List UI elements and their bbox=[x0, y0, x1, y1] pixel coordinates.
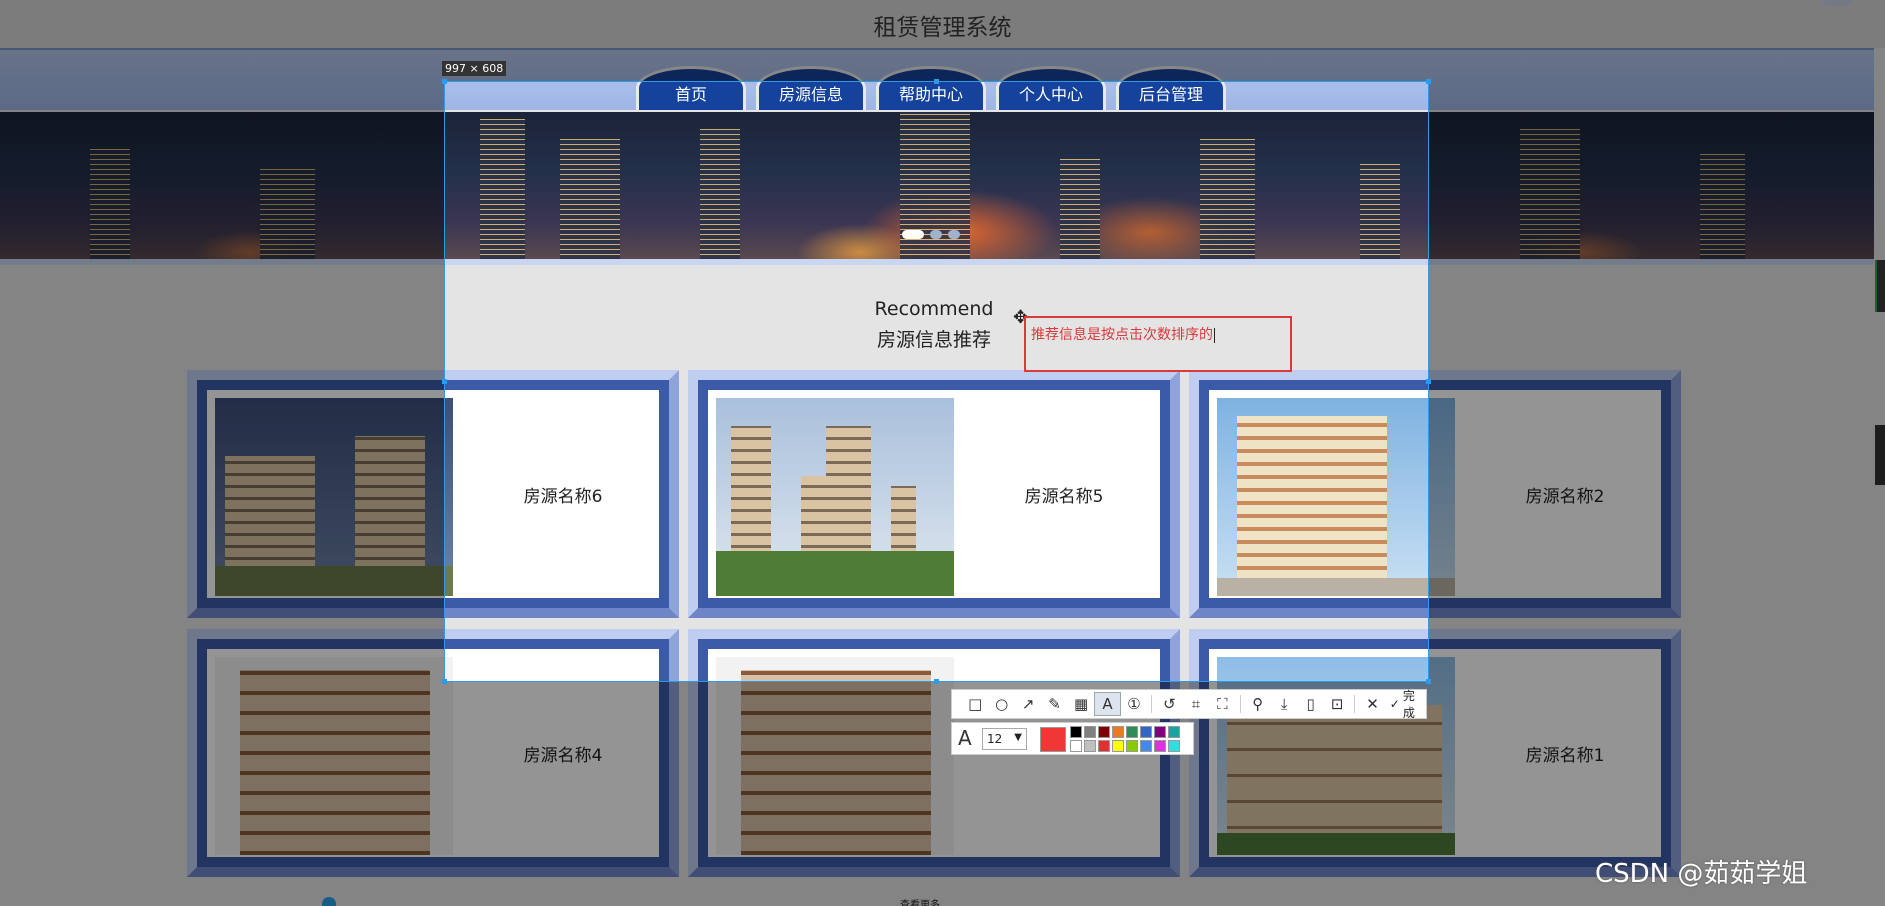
color-palette bbox=[1070, 726, 1180, 752]
color-swatch[interactable] bbox=[1154, 740, 1166, 752]
toolbar-divider bbox=[1239, 695, 1241, 713]
rectangle-icon[interactable]: □ bbox=[962, 692, 988, 716]
ocr-icon[interactable]: ⌗ bbox=[1183, 692, 1209, 716]
color-swatch[interactable] bbox=[1126, 726, 1138, 738]
color-swatch[interactable] bbox=[1070, 726, 1082, 738]
arrow-icon[interactable]: ↗ bbox=[1015, 692, 1041, 716]
color-swatch[interactable] bbox=[1154, 726, 1166, 738]
resize-handle[interactable] bbox=[1426, 79, 1431, 84]
toolbar-divider bbox=[1354, 695, 1356, 713]
color-swatch[interactable] bbox=[1140, 726, 1152, 738]
bookmark-icon[interactable]: ⊡ bbox=[1324, 692, 1350, 716]
ellipse-icon[interactable]: ○ bbox=[988, 692, 1014, 716]
done-button[interactable]: ✓ 完成 bbox=[1390, 687, 1426, 721]
undo-icon[interactable]: ↺ bbox=[1156, 692, 1182, 716]
resize-handle[interactable] bbox=[442, 679, 447, 684]
chevron-down-icon: ▼ bbox=[1014, 732, 1022, 743]
mosaic-icon[interactable]: ▦ bbox=[1068, 692, 1094, 716]
check-icon: ✓ bbox=[1389, 697, 1400, 711]
font-size-value: 12 bbox=[987, 732, 1003, 746]
annotation-text[interactable]: 推荐信息是按点击次数排序的 bbox=[1031, 324, 1215, 344]
color-swatch[interactable] bbox=[1098, 740, 1110, 752]
color-swatch[interactable] bbox=[1140, 740, 1152, 752]
watermark: CSDN @茹茹学姐 bbox=[1595, 859, 1808, 889]
color-swatch[interactable] bbox=[1070, 740, 1082, 752]
annotation-text-content: 推荐信息是按点击次数排序的 bbox=[1031, 327, 1213, 343]
long-screenshot-icon[interactable]: ▯ bbox=[1297, 692, 1323, 716]
font-icon: A bbox=[958, 726, 972, 750]
color-swatch[interactable] bbox=[1112, 740, 1124, 752]
current-color-swatch[interactable] bbox=[1040, 727, 1066, 752]
serial-number-icon[interactable]: ① bbox=[1121, 692, 1147, 716]
capture-dim-right bbox=[1429, 81, 1885, 682]
scan-icon[interactable]: ⛶ bbox=[1209, 692, 1235, 716]
pin-icon[interactable]: ⚲ bbox=[1245, 692, 1271, 716]
capture-dim-top bbox=[0, 0, 1885, 81]
capture-size-label: 997 × 608 bbox=[442, 61, 507, 76]
close-icon[interactable]: ✕ bbox=[1359, 692, 1385, 716]
resize-handle[interactable] bbox=[1426, 679, 1431, 684]
capture-dim-left bbox=[0, 81, 444, 682]
capture-toolbar: □ ○ ↗ ✎ ▦ A ① ↺ ⌗ ⛶ ⚲ ⤓ ▯ ⊡ ✕ ✓ 完成 bbox=[951, 687, 1427, 721]
resize-handle[interactable] bbox=[934, 679, 939, 684]
pen-icon[interactable]: ✎ bbox=[1041, 692, 1067, 716]
save-icon[interactable]: ⤓ bbox=[1271, 692, 1297, 716]
capture-region[interactable] bbox=[444, 81, 1429, 682]
color-swatch[interactable] bbox=[1168, 740, 1180, 752]
color-swatch[interactable] bbox=[1084, 726, 1096, 738]
color-swatch[interactable] bbox=[1112, 726, 1124, 738]
resize-handle[interactable] bbox=[442, 79, 447, 84]
resize-handle[interactable] bbox=[442, 379, 447, 384]
resize-handle[interactable] bbox=[934, 79, 939, 84]
color-swatch[interactable] bbox=[1098, 726, 1110, 738]
text-caret bbox=[1214, 327, 1215, 343]
color-swatch[interactable] bbox=[1084, 740, 1096, 752]
toolbar-divider bbox=[1151, 695, 1153, 713]
font-size-select[interactable]: 12 ▼ bbox=[982, 728, 1027, 750]
color-swatch[interactable] bbox=[1126, 740, 1138, 752]
screenshot-root: 租赁管理系统 首页 房源信息 帮助中心 个人中心 后台管理 Recommend … bbox=[0, 0, 1885, 906]
text-style-toolbar: A 12 ▼ bbox=[951, 722, 1194, 755]
done-label: 完成 bbox=[1402, 689, 1415, 720]
text-icon[interactable]: A bbox=[1094, 692, 1121, 716]
resize-handle[interactable] bbox=[1426, 379, 1431, 384]
color-swatch[interactable] bbox=[1168, 726, 1180, 738]
